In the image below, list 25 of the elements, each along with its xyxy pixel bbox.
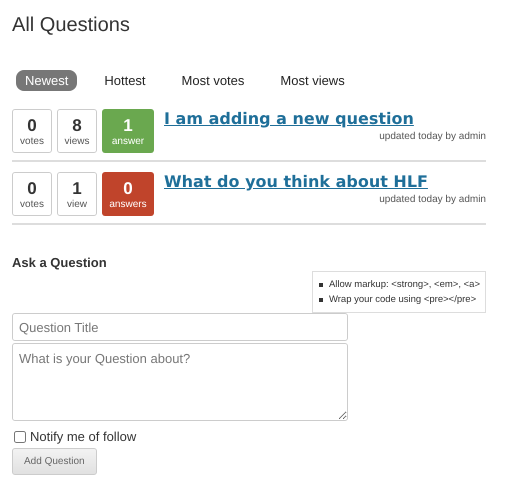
page-title: All Questions [12,13,131,38]
sort-tab[interactable]: Most votes [172,70,254,91]
answers-count: 0 answers [102,172,154,216]
views-count: 8 views [57,109,97,153]
question-meta: updated today by admin [379,194,486,205]
answers-count: 1 answer [102,109,154,153]
notify-label: Notify me of follow [30,429,136,444]
question-meta: updated today by admin [379,131,486,142]
hint-text: Wrap your code using <pre></pre> [328,293,476,307]
question-link[interactable]: What do you think about HLF [164,172,428,191]
votes-count: 0 votes [12,172,52,216]
bullet-icon [318,298,323,302]
votes-count: 0 votes [12,109,52,153]
question-link[interactable]: I am adding a new question [164,109,414,128]
body-field[interactable]: What is your Question about? [12,343,348,421]
sort-tab[interactable]: Most views [271,70,354,91]
section-heading: Ask a Question [12,255,107,272]
bullet-icon [318,282,323,286]
notify-checkbox[interactable] [14,430,26,442]
sort-tab[interactable]: Hottest [95,70,155,91]
sort-tab[interactable]: Newest [16,70,78,91]
add-question-button[interactable]: Add Question [12,448,97,475]
hint-text: Allow markup: <strong>, <em>, <a> [328,278,480,292]
title-field[interactable]: Question Title [12,313,348,341]
views-count: 1 view [57,172,97,216]
